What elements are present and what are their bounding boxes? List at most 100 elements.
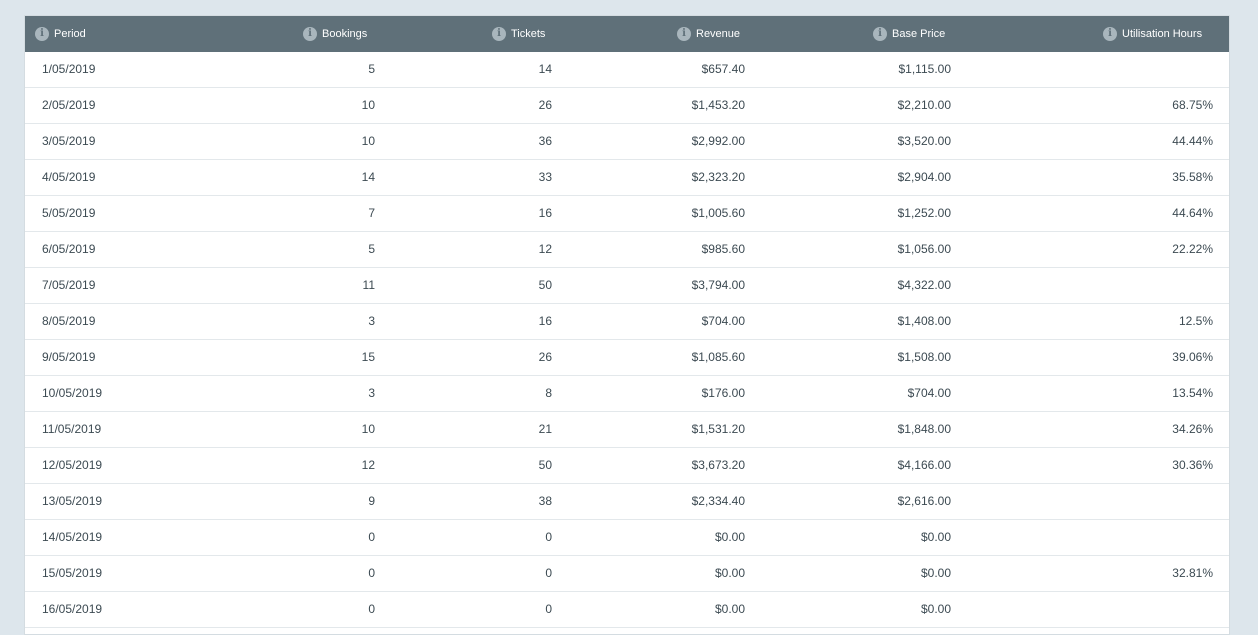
bookings-cell: 10: [361, 422, 375, 436]
table-row: 11/05/2019 10 21 $1,531.20 $1,848.00 34.26%: [25, 412, 1229, 448]
period-cell: 14/05/2019: [42, 530, 103, 544]
column-header-label: Period: [54, 28, 86, 40]
revenue-cell: $0.00: [714, 530, 745, 544]
revenue-cell: $985.60: [701, 242, 745, 256]
revenue-cell: $1,005.60: [691, 206, 745, 220]
revenue-cell: $1,531.20: [691, 422, 745, 436]
bookings-cell: 0: [368, 566, 375, 580]
utilisation-hours-cell: [1113, 484, 1213, 519]
column-header-bookings[interactable]: i Bookings: [303, 16, 367, 52]
bookings-cell: 15: [361, 350, 375, 364]
period-cell: 3/05/2019: [42, 134, 96, 148]
period-cell: 4/05/2019: [42, 170, 96, 184]
info-icon[interactable]: i: [677, 27, 691, 41]
revenue-cell: $176.00: [701, 386, 745, 400]
bookings-cell: 11: [362, 278, 375, 292]
tickets-cell: 26: [538, 350, 552, 364]
column-header-label: Bookings: [322, 28, 368, 40]
info-icon[interactable]: i: [303, 27, 317, 41]
bookings-cell: 3: [368, 386, 375, 400]
period-cell: 5/05/2019: [42, 206, 96, 220]
tickets-cell: 12: [538, 242, 552, 256]
revenue-cell: $0.00: [714, 602, 745, 616]
bookings-cell: 5: [368, 242, 375, 256]
bookings-cell: 0: [368, 530, 375, 544]
bookings-cell: 10: [361, 134, 375, 148]
period-cell: 15/05/2019: [42, 566, 103, 580]
utilisation-hours-cell: [1113, 520, 1213, 555]
table-row: 8/05/2019 3 16 $704.00 $1,408.00 12.5%: [25, 304, 1229, 340]
bookings-cell: 0: [368, 602, 375, 616]
revenue-cell: $1,453.20: [691, 98, 745, 112]
base-price-cell: $1,408.00: [897, 314, 951, 328]
table-row: 5/05/2019 7 16 $1,005.60 $1,252.00 44.64%: [25, 196, 1229, 232]
info-icon[interactable]: i: [873, 27, 887, 41]
table-header: i Period i Bookings i Tickets i Revenue …: [25, 16, 1229, 52]
utilisation-hours-cell: 44.44%: [1172, 134, 1213, 148]
table-row: 12/05/2019 12 50 $3,673.20 $4,166.00 30.36%: [25, 448, 1229, 484]
period-cell: 8/05/2019: [42, 314, 96, 328]
period-cell: 11/05/2019: [42, 422, 102, 436]
utilisation-hours-cell: 12.5%: [1178, 314, 1213, 328]
table-row: 9/05/2019 15 26 $1,085.60 $1,508.00 39.06%: [25, 340, 1229, 376]
tickets-cell: 0: [545, 566, 552, 580]
column-header-label: Base Price: [892, 28, 946, 40]
tickets-cell: 0: [545, 602, 552, 616]
tickets-cell: 50: [538, 278, 552, 292]
base-price-cell: $2,616.00: [897, 494, 951, 508]
table-row: 2/05/2019 10 26 $1,453.20 $2,210.00 68.75%: [25, 88, 1229, 124]
tickets-cell: 38: [538, 494, 552, 508]
info-icon[interactable]: i: [492, 27, 506, 41]
base-price-cell: $1,115.00: [898, 62, 952, 76]
period-cell: 9/05/2019: [42, 350, 96, 364]
utilisation-hours-cell: 44.64%: [1172, 206, 1213, 220]
tickets-cell: 16: [538, 314, 552, 328]
utilisation-hours-cell: [1113, 592, 1213, 627]
table-row: 10/05/2019 3 8 $176.00 $704.00 13.54%: [25, 376, 1229, 412]
table-row: 3/05/2019 10 36 $2,992.00 $3,520.00 44.44%: [25, 124, 1229, 160]
bookings-cell: 12: [361, 458, 375, 472]
tickets-cell: 8: [545, 386, 552, 400]
base-price-cell: $0.00: [920, 566, 951, 580]
column-header-period[interactable]: i Period: [35, 16, 86, 52]
base-price-cell: $1,056.00: [897, 242, 951, 256]
column-header-base-price[interactable]: i Base Price: [873, 16, 945, 52]
base-price-cell: $1,848.00: [897, 422, 951, 436]
utilisation-hours-cell: 68.75%: [1172, 98, 1213, 112]
table-row: 7/05/2019 11 50 $3,794.00 $4,322.00: [25, 268, 1229, 304]
table-row: 6/05/2019 5 12 $985.60 $1,056.00 22.22%: [25, 232, 1229, 268]
utilisation-hours-cell: 22.22%: [1172, 242, 1213, 256]
table-row: 13/05/2019 9 38 $2,334.40 $2,616.00: [25, 484, 1229, 520]
period-cell: 6/05/2019: [42, 242, 96, 256]
utilisation-hours-cell: 30.36%: [1172, 458, 1213, 472]
column-header-revenue[interactable]: i Revenue: [677, 16, 740, 52]
utilisation-hours-cell: [1113, 52, 1213, 87]
revenue-cell: $2,992.00: [691, 134, 745, 148]
utilisation-hours-cell: 35.58%: [1172, 170, 1213, 184]
tickets-cell: 50: [538, 458, 552, 472]
info-icon[interactable]: i: [35, 27, 49, 41]
revenue-cell: $657.40: [701, 62, 745, 76]
base-price-cell: $3,520.00: [897, 134, 951, 148]
tickets-cell: 36: [538, 134, 552, 148]
period-cell: 2/05/2019: [42, 98, 96, 112]
table-row: 4/05/2019 14 33 $2,323.20 $2,904.00 35.58%: [25, 160, 1229, 196]
base-price-cell: $1,508.00: [897, 350, 951, 364]
tickets-cell: 14: [538, 62, 552, 76]
info-icon[interactable]: i: [1103, 27, 1117, 41]
revenue-cell: $0.00: [714, 566, 745, 580]
bookings-cell: 10: [361, 98, 375, 112]
period-cell: 13/05/2019: [42, 494, 103, 508]
tickets-cell: 21: [538, 422, 552, 436]
column-header-utilisation-hours[interactable]: i Utilisation Hours: [1103, 16, 1202, 52]
base-price-cell: $2,904.00: [897, 170, 951, 184]
column-header-label: Revenue: [696, 28, 741, 40]
revenue-cell: $3,794.00: [691, 278, 745, 292]
base-price-cell: $0.00: [920, 530, 951, 544]
report-table: i Period i Bookings i Tickets i Revenue …: [24, 15, 1230, 635]
utilisation-hours-cell: 34.26%: [1172, 422, 1213, 436]
utilisation-hours-cell: 13.54%: [1172, 386, 1213, 400]
period-cell: 1/05/2019: [42, 62, 96, 76]
period-cell: 10/05/2019: [42, 386, 103, 400]
column-header-tickets[interactable]: i Tickets: [492, 16, 545, 52]
